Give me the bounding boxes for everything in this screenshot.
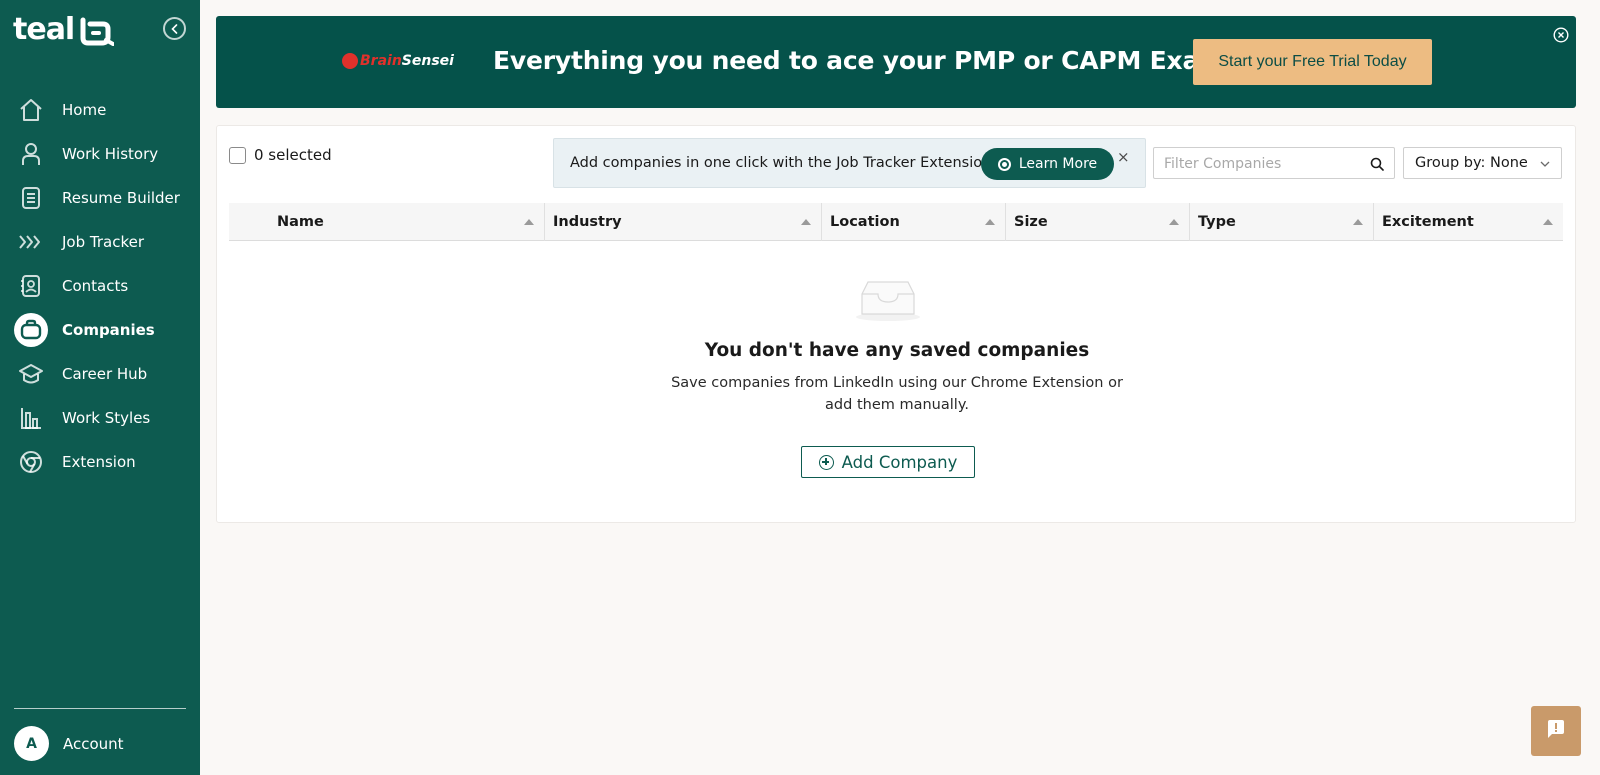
- column-header-name[interactable]: Name: [229, 203, 545, 241]
- sort-icon: [801, 219, 811, 225]
- logo-mark-icon: [80, 16, 116, 46]
- sort-icon: [1169, 219, 1179, 225]
- column-header-location[interactable]: Location: [822, 203, 1006, 241]
- sidebar-item-work-history[interactable]: Work History: [14, 136, 186, 172]
- account-label: Account: [63, 734, 124, 753]
- briefcase-icon: [14, 313, 48, 347]
- sidebar-item-contacts[interactable]: Contacts: [14, 268, 186, 304]
- group-by-select[interactable]: Group by: None: [1403, 147, 1562, 179]
- chrome-icon: [997, 157, 1011, 171]
- collapse-sidebar-button[interactable]: [163, 17, 186, 40]
- promo-banner: Brain Sensei Everything you need to ace …: [216, 16, 1576, 108]
- chevrons-right-icon: [14, 225, 48, 259]
- sidebar-item-label: Contacts: [62, 277, 129, 295]
- table-header: Name Industry Location Size Type Excitem…: [229, 203, 1563, 241]
- select-all-checkbox[interactable]: 0 selected: [229, 146, 332, 164]
- filter-companies-input[interactable]: [1164, 154, 1364, 174]
- empty-inbox-icon: [854, 278, 922, 326]
- avatar: A: [14, 726, 49, 761]
- sidebar-item-label: Companies: [62, 321, 155, 339]
- sort-icon: [1353, 219, 1363, 225]
- sort-icon: [985, 219, 995, 225]
- column-header-excitement[interactable]: Excitement: [1374, 203, 1563, 241]
- brand-part-1: Brain: [360, 53, 402, 69]
- empty-state-title: You don't have any saved companies: [704, 340, 1090, 361]
- contact-card-icon: [14, 269, 48, 303]
- sidebar-item-label: Career Hub: [62, 365, 148, 383]
- sidebar-item-label: Work History: [62, 145, 159, 163]
- logo-text: teal: [13, 12, 75, 47]
- document-icon: [14, 181, 48, 215]
- sidebar: teal Home Work History Resume Builder Jo…: [0, 0, 200, 775]
- sidebar-item-label: Job Tracker: [62, 233, 145, 251]
- feedback-button[interactable]: [1531, 706, 1581, 756]
- sidebar-nav: Home Work History Resume Builder Job Tra…: [14, 92, 186, 488]
- brain-icon: [342, 53, 358, 69]
- column-header-industry[interactable]: Industry: [545, 203, 822, 241]
- home-icon: [14, 93, 48, 127]
- chevron-left-icon: [170, 23, 177, 34]
- selected-count: 0 selected: [254, 146, 332, 164]
- sort-icon: [524, 219, 534, 225]
- learn-more-button[interactable]: Learn More: [981, 148, 1114, 180]
- column-header-type[interactable]: Type: [1190, 203, 1374, 241]
- sidebar-item-home[interactable]: Home: [14, 92, 186, 128]
- chrome-icon: [14, 445, 48, 479]
- sidebar-item-label: Home: [62, 101, 107, 119]
- extension-callout-text: Add companies in one click with the Job …: [570, 155, 992, 171]
- person-icon: [14, 137, 48, 171]
- sidebar-item-career-hub[interactable]: Career Hub: [14, 356, 186, 392]
- filter-companies-field[interactable]: [1153, 147, 1395, 179]
- column-label: Industry: [553, 214, 622, 230]
- column-label: Type: [1198, 214, 1236, 230]
- sidebar-item-label: Work Styles: [62, 409, 151, 427]
- empty-state-description: Save companies from LinkedIn using our C…: [671, 375, 1123, 413]
- sidebar-item-resume-builder[interactable]: Resume Builder: [14, 180, 186, 216]
- add-company-label: Add Company: [841, 452, 958, 472]
- close-callout-icon[interactable]: ×: [1117, 148, 1130, 166]
- column-label: Excitement: [1382, 214, 1474, 230]
- sidebar-divider: [14, 708, 186, 709]
- teal-logo[interactable]: teal: [13, 12, 116, 47]
- brainsensei-logo: Brain Sensei: [342, 53, 454, 69]
- group-by-value: Group by: None: [1415, 155, 1528, 171]
- sidebar-item-job-tracker[interactable]: Job Tracker: [14, 224, 186, 260]
- add-company-button[interactable]: Add Company: [801, 446, 975, 478]
- sort-icon: [1543, 219, 1553, 225]
- extension-callout: Add companies in one click with the Job …: [553, 138, 1146, 188]
- column-label: Size: [1014, 214, 1048, 230]
- sidebar-item-label: Extension: [62, 453, 136, 471]
- companies-panel: 0 selected Add companies in one click wi…: [216, 125, 1576, 523]
- column-label: Name: [277, 214, 324, 230]
- sidebar-item-extension[interactable]: Extension: [14, 444, 186, 480]
- close-banner-icon[interactable]: [1553, 27, 1569, 43]
- feedback-icon: [1546, 719, 1566, 743]
- brand-part-2: Sensei: [401, 53, 454, 69]
- free-trial-button[interactable]: Start your Free Trial Today: [1193, 39, 1432, 85]
- search-icon: [1370, 156, 1384, 175]
- graduation-cap-icon: [14, 357, 48, 391]
- bar-chart-icon: [14, 401, 48, 435]
- sidebar-item-companies[interactable]: Companies: [14, 312, 186, 348]
- checkbox[interactable]: [229, 146, 246, 164]
- column-label: Location: [830, 214, 900, 230]
- account-menu[interactable]: A Account: [14, 726, 124, 761]
- sidebar-item-label: Resume Builder: [62, 189, 180, 207]
- plus-circle-icon: [818, 454, 834, 470]
- banner-headline: Everything you need to ace your PMP or C…: [493, 46, 1240, 75]
- sidebar-item-work-styles[interactable]: Work Styles: [14, 400, 186, 436]
- learn-more-label: Learn More: [1018, 156, 1098, 172]
- column-header-size[interactable]: Size: [1006, 203, 1190, 241]
- chevron-down-icon: [1539, 158, 1551, 174]
